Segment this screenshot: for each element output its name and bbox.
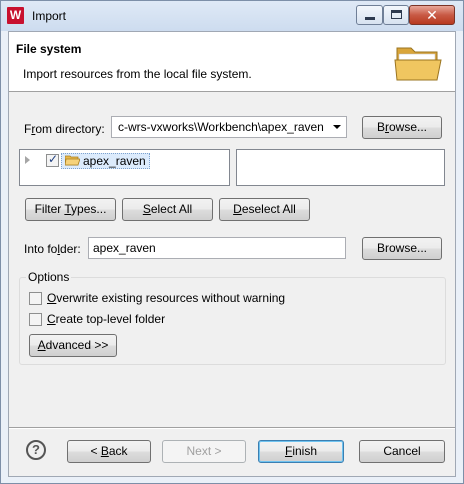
dialog-content: File system Import resources from the lo… (8, 31, 456, 477)
close-button[interactable]: ✕ (409, 5, 455, 25)
overwrite-label[interactable]: Overwrite existing resources without war… (47, 291, 285, 305)
create-top-level-checkbox[interactable] (29, 313, 42, 326)
page-title: File system (16, 42, 82, 56)
minimize-icon (365, 17, 375, 20)
from-directory-value: c-wrs-vxworks\Workbench\apex_raven (118, 120, 324, 134)
import-dialog: W Import ✕ File system Import resources … (0, 0, 464, 484)
tree-item-checkbox[interactable] (46, 152, 59, 167)
help-icon[interactable]: ? (26, 440, 46, 460)
into-folder-browse-button[interactable]: Browse... (362, 237, 442, 260)
select-all-button[interactable]: Select All (122, 198, 213, 221)
close-icon: ✕ (426, 7, 438, 23)
app-logo-icon: W (7, 7, 24, 24)
window-title: Import (32, 9, 67, 23)
open-folder-icon (394, 47, 442, 81)
back-button[interactable]: < Back (67, 440, 151, 463)
options-title: Options (26, 270, 72, 284)
next-button[interactable]: Next > (162, 440, 246, 463)
deselect-all-button[interactable]: Deselect All (219, 198, 310, 221)
wizard-header: File system Import resources from the lo… (9, 32, 455, 92)
minimize-button[interactable] (356, 5, 383, 25)
maximize-icon (391, 10, 402, 19)
maximize-button[interactable] (383, 5, 409, 25)
tree-item-label: apex_raven (83, 154, 146, 168)
tree-expand-icon[interactable] (25, 156, 30, 164)
finish-button[interactable]: Finish (258, 440, 344, 463)
filter-types-button[interactable]: Filter Types... (25, 198, 116, 221)
tree-item-apex-raven[interactable]: apex_raven (61, 153, 150, 169)
overwrite-checkbox[interactable] (29, 292, 42, 305)
cancel-button[interactable]: Cancel (359, 440, 445, 463)
advanced-button[interactable]: Advanced >> (29, 334, 117, 357)
from-directory-label: From directory: (24, 122, 105, 136)
into-folder-label: Into folder: (24, 242, 81, 256)
create-top-level-label[interactable]: Create top-level folder (47, 312, 165, 326)
chevron-down-icon[interactable] (333, 125, 341, 129)
page-description: Import resources from the local file sys… (23, 67, 252, 81)
folder-icon (64, 155, 81, 166)
from-directory-combo[interactable]: c-wrs-vxworks\Workbench\apex_raven (111, 116, 347, 138)
footer-divider (9, 427, 455, 429)
into-folder-input[interactable]: apex_raven (88, 237, 346, 259)
folder-tree[interactable]: apex_raven (19, 149, 230, 186)
title-bar[interactable]: W Import ✕ (1, 1, 463, 31)
file-list[interactable] (236, 149, 445, 186)
from-directory-browse-button[interactable]: Browse... (362, 116, 442, 139)
